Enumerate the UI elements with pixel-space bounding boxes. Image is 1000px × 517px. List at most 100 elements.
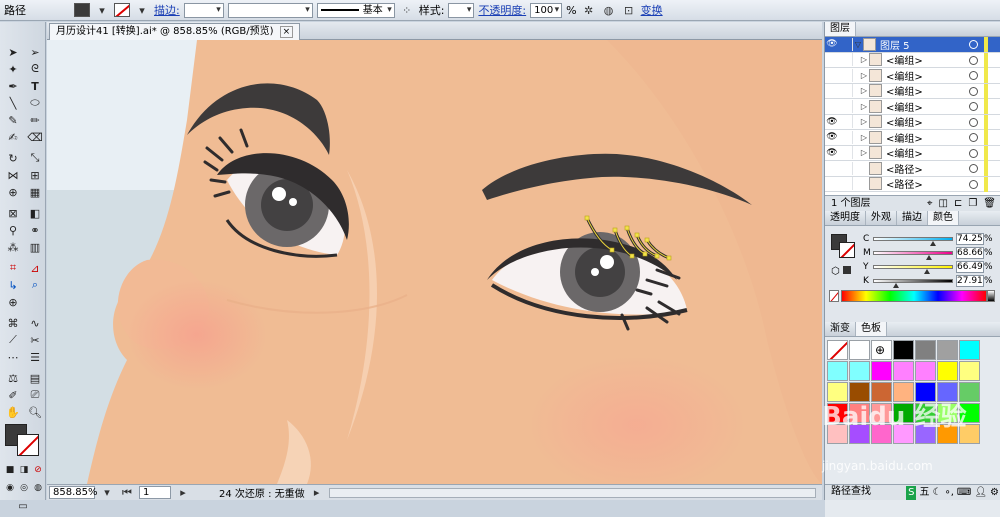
color-spectrum-bar[interactable] — [841, 290, 987, 302]
target-circle-icon[interactable] — [969, 71, 978, 80]
color-swatch[interactable] — [915, 340, 936, 360]
color-swatch[interactable]: ⊕ — [871, 340, 892, 360]
draw-inside-icon[interactable]: ◍ — [32, 480, 44, 496]
user-icon[interactable]: 👤︎ — [974, 486, 987, 500]
scale-tool-icon[interactable]: ⤡ — [25, 150, 45, 166]
zoom-icon[interactable]: 🔍︎ — [25, 404, 45, 420]
expand-arrow-icon[interactable]: ▽ — [853, 40, 863, 49]
transform-link[interactable]: 变换 — [641, 2, 663, 18]
color-swatch[interactable] — [827, 361, 848, 381]
swatches-panel-tab[interactable]: 色板 — [856, 322, 887, 336]
lock-toggle[interactable] — [839, 37, 853, 51]
channel-slider[interactable] — [873, 251, 953, 260]
symbol-sprayer-tool-icon[interactable]: ⁂ — [3, 239, 23, 255]
expand-arrow-icon[interactable]: ▷ — [859, 86, 869, 95]
web-safe-icon[interactable] — [843, 266, 851, 274]
hand-icon[interactable]: ✋ — [3, 404, 23, 420]
delete-layer-icon[interactable]: 🗑︎ — [983, 196, 996, 211]
zoom-tool-icon[interactable]: ⌕ — [25, 277, 45, 293]
layer-row[interactable]: 👁︎ ▽ 图层 5 — [825, 37, 1000, 53]
layer-row[interactable]: ▷ <编组> — [825, 52, 1000, 68]
make-clipping-mask-icon[interactable]: ◫ — [938, 196, 947, 211]
brush-dropdown[interactable]: 基本 — [316, 2, 395, 18]
draw-normal-icon[interactable]: ◉ — [4, 480, 16, 496]
channel-slider[interactable] — [873, 265, 953, 274]
selection-tool-icon[interactable]: ➤ — [3, 44, 23, 60]
pen-tool-icon[interactable]: ✒ — [3, 78, 23, 94]
stroke-dropdown-icon[interactable]: ▾ — [134, 3, 150, 18]
lock-toggle[interactable] — [839, 130, 853, 144]
color-stroke-box[interactable] — [839, 242, 855, 258]
visibility-eye-icon[interactable]: 👁︎ — [825, 39, 839, 49]
hand-tool-icon[interactable]: ↳ — [3, 277, 23, 293]
eraser-tool-icon[interactable]: ⌫ — [25, 129, 45, 145]
target-circle-icon[interactable] — [969, 133, 978, 142]
pathfinder-tab[interactable]: 路径查找 — [831, 486, 871, 497]
spectrum-black-white[interactable] — [987, 290, 995, 302]
target-circle-icon[interactable] — [969, 164, 978, 173]
keyboard-icon[interactable]: ⌨ — [957, 486, 971, 500]
type-tool-icon[interactable]: T — [25, 78, 45, 94]
direct-selection-tool-icon[interactable]: ➢ — [25, 44, 45, 60]
layer-row[interactable]: 👁︎ ▷ <编组> — [825, 114, 1000, 130]
fill-stroke-widget[interactable] — [5, 424, 41, 456]
slider-knob[interactable] — [893, 283, 900, 288]
draw-behind-icon[interactable]: ◎ — [18, 480, 30, 496]
recolor-icon[interactable]: ✲ — [581, 3, 597, 18]
channel-value-input[interactable]: 74.25 — [956, 233, 984, 245]
ime-logo-icon[interactable]: S — [906, 486, 917, 500]
paintbrush-tool-icon[interactable]: ✎ — [3, 112, 23, 128]
lock-toggle[interactable] — [839, 146, 853, 160]
target-circle-icon[interactable] — [969, 86, 978, 96]
fill-dropdown-icon[interactable]: ▾ — [94, 3, 110, 18]
eyedropper-tool-icon[interactable]: ⚲ — [3, 222, 23, 238]
punctuation-icon[interactable]: ∘, — [944, 486, 953, 500]
expand-arrow-icon[interactable]: ▷ — [859, 148, 869, 157]
target-circle-icon[interactable] — [969, 148, 978, 158]
ellipse-tool-icon[interactable]: ⬭ — [25, 95, 45, 111]
free-transform-tool-icon[interactable]: ⊞ — [25, 167, 45, 183]
lock-toggle[interactable] — [839, 99, 853, 113]
screen-mode-icon[interactable]: ▭ — [13, 498, 33, 514]
line-tool-icon[interactable]: ╲ — [3, 95, 23, 111]
eraser-alt-tool-icon[interactable]: ⎚ — [25, 387, 45, 403]
artboard-canvas[interactable] — [47, 40, 822, 484]
mesh-tool-icon[interactable]: ⊠ — [3, 205, 23, 221]
graphic-style-dropdown[interactable] — [448, 2, 475, 18]
gradient-tool-icon[interactable]: ◧ — [25, 205, 45, 221]
next-artboard-icon[interactable]: ▸ — [175, 485, 191, 500]
layer-row[interactable]: ▷ <编组> — [825, 68, 1000, 84]
expand-arrow-icon[interactable]: ▷ — [859, 71, 869, 80]
knife-tool-icon[interactable]: ⟋ — [3, 332, 23, 348]
color-mode-icon[interactable]: ■ — [4, 462, 16, 478]
visibility-eye-icon[interactable]: 👁︎ — [825, 148, 839, 158]
lock-toggle[interactable] — [839, 68, 853, 82]
target-circle-icon[interactable] — [969, 102, 978, 111]
swatches-panel-tab[interactable]: 渐变 — [825, 322, 856, 336]
zoom-field[interactable]: 858.85% — [49, 486, 98, 499]
layer-row[interactable]: 👁︎ ▷ <编组> — [825, 145, 1000, 161]
new-sublayer-icon[interactable]: ⊏ — [954, 196, 962, 211]
target-circle-icon[interactable] — [969, 117, 978, 127]
scissors-tool-icon[interactable]: ✂ — [25, 332, 45, 348]
blend-tool-icon[interactable]: ⚭ — [25, 222, 45, 238]
status-menu-icon[interactable]: ▸ — [309, 485, 325, 500]
color-panel-tab[interactable]: 颜色 — [928, 211, 959, 225]
perspective-grid-tool-icon[interactable]: ▦ — [25, 184, 45, 200]
color-swatch[interactable] — [937, 340, 958, 360]
settings-icon[interactable]: ⚙ — [990, 486, 999, 500]
warp-tool-icon[interactable]: ⌘ — [3, 315, 23, 331]
target-circle-icon[interactable] — [969, 179, 978, 189]
none-mode-icon[interactable]: ⊘ — [32, 462, 44, 478]
color-swatch[interactable] — [959, 340, 980, 360]
magic-wand-tool-icon[interactable]: ✦ — [3, 61, 23, 77]
none-color-box[interactable] — [829, 290, 839, 302]
expand-arrow-icon[interactable]: ▷ — [859, 117, 869, 126]
close-tab-icon[interactable]: × — [279, 26, 294, 38]
variable-width-dropdown[interactable] — [227, 2, 313, 18]
zoom-dropdown-icon[interactable]: ▾ — [99, 485, 115, 500]
first-artboard-icon[interactable]: ⏮ — [119, 485, 135, 500]
opacity-label[interactable]: 不透明度: — [478, 2, 526, 18]
lock-toggle[interactable] — [839, 53, 853, 67]
color-swatch[interactable] — [893, 340, 914, 360]
